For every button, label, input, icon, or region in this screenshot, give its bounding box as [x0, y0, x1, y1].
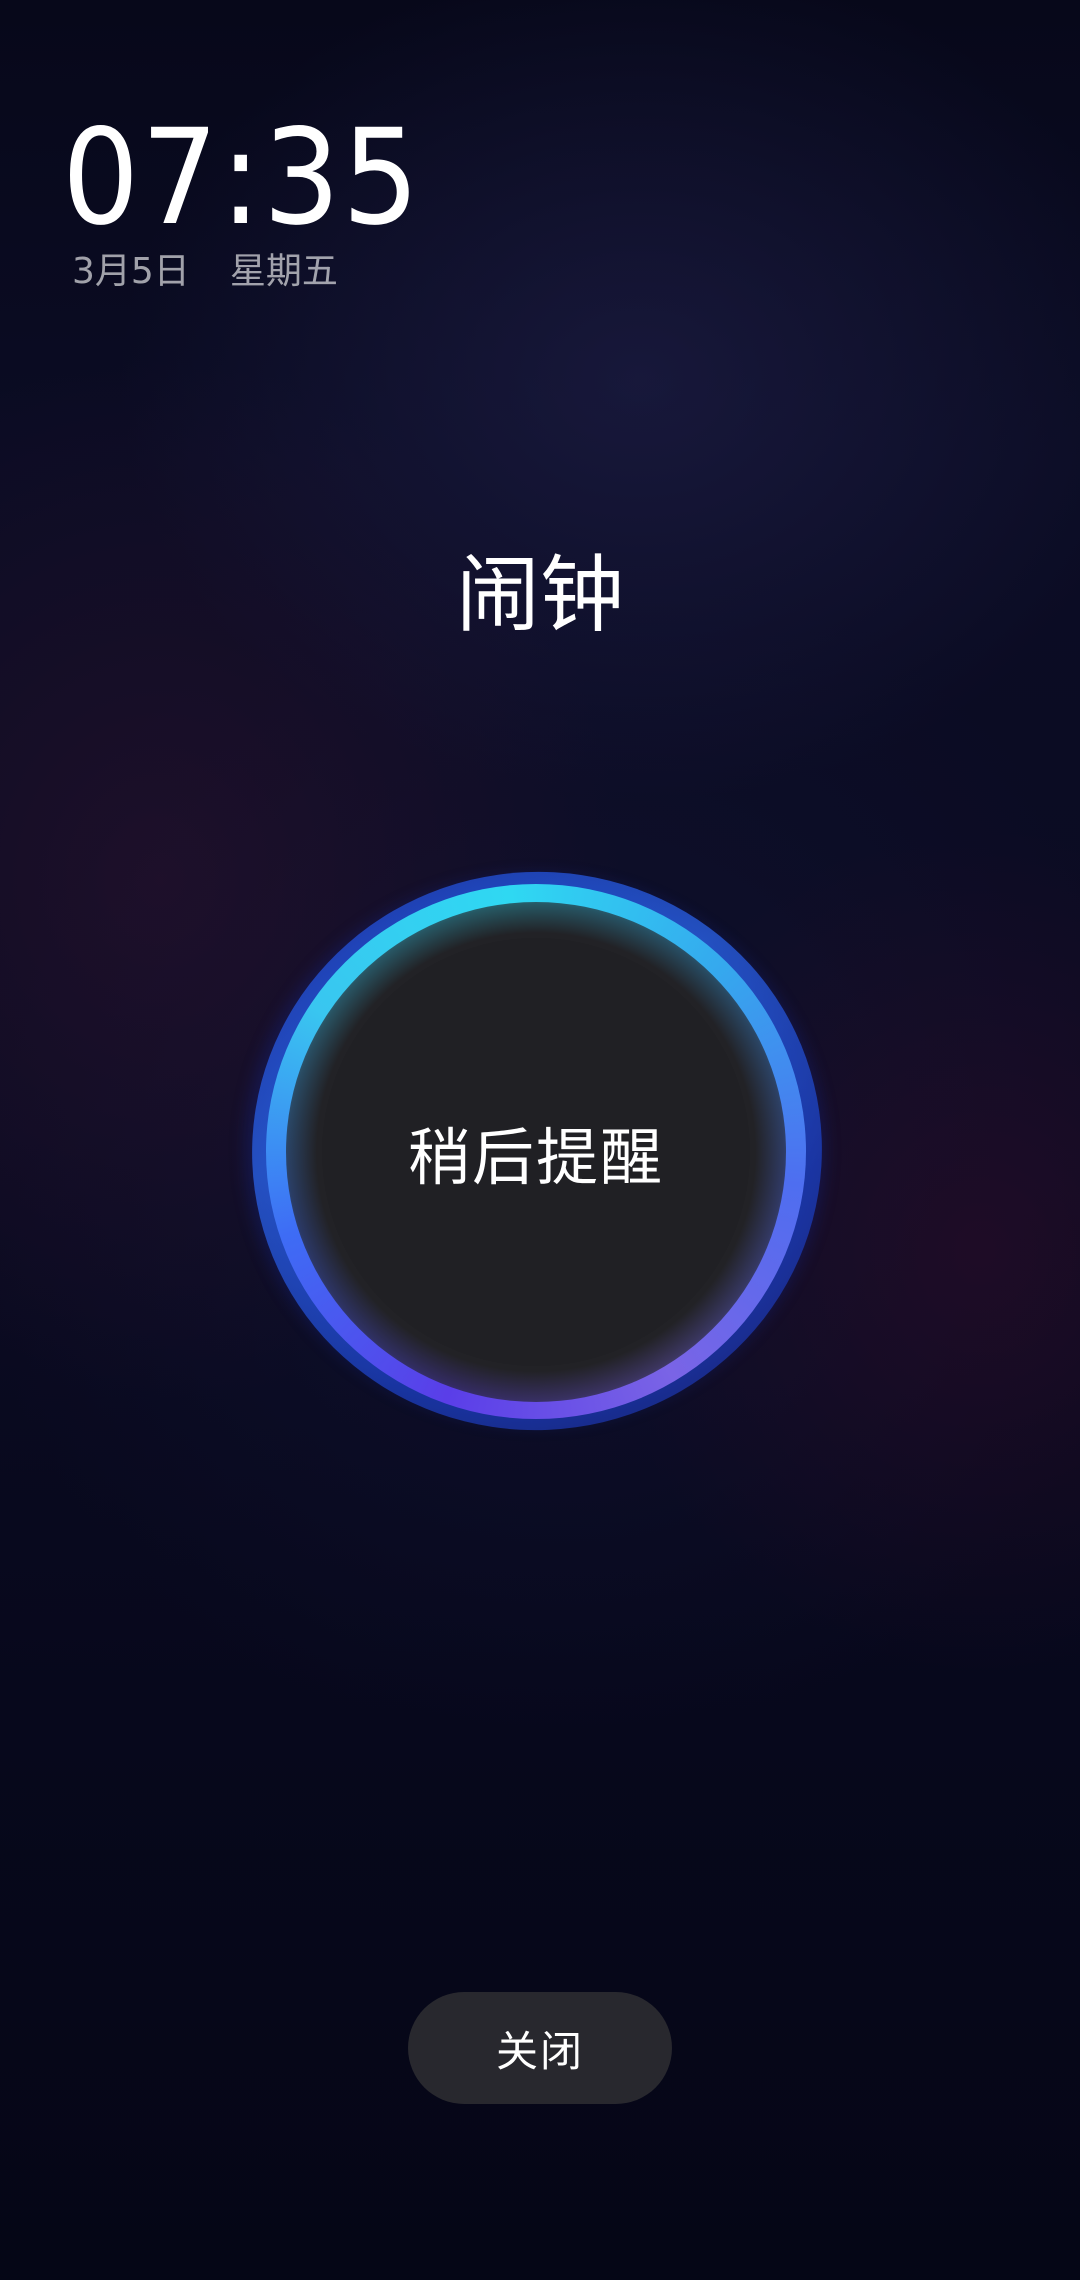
lock-clock: 07:35 3月5日 星期五 — [62, 108, 452, 294]
clock-date-row: 3月5日 星期五 — [62, 250, 452, 294]
dismiss-label: 关闭 — [495, 2026, 584, 2076]
snooze-label: 稍后提醒 — [407, 1121, 664, 1194]
clock-time: 07:35 — [62, 101, 422, 255]
snooze-button[interactable]: 稍后提醒 — [322, 938, 750, 1366]
clock-date: 3月5日 — [72, 251, 190, 292]
dismiss-button[interactable]: 关闭 — [408, 1992, 672, 2104]
alarm-title: 闹钟 — [455, 546, 624, 644]
snooze-control: 稍后提醒 — [215, 835, 859, 1467]
clock-weekday: 星期五 — [229, 251, 338, 292]
